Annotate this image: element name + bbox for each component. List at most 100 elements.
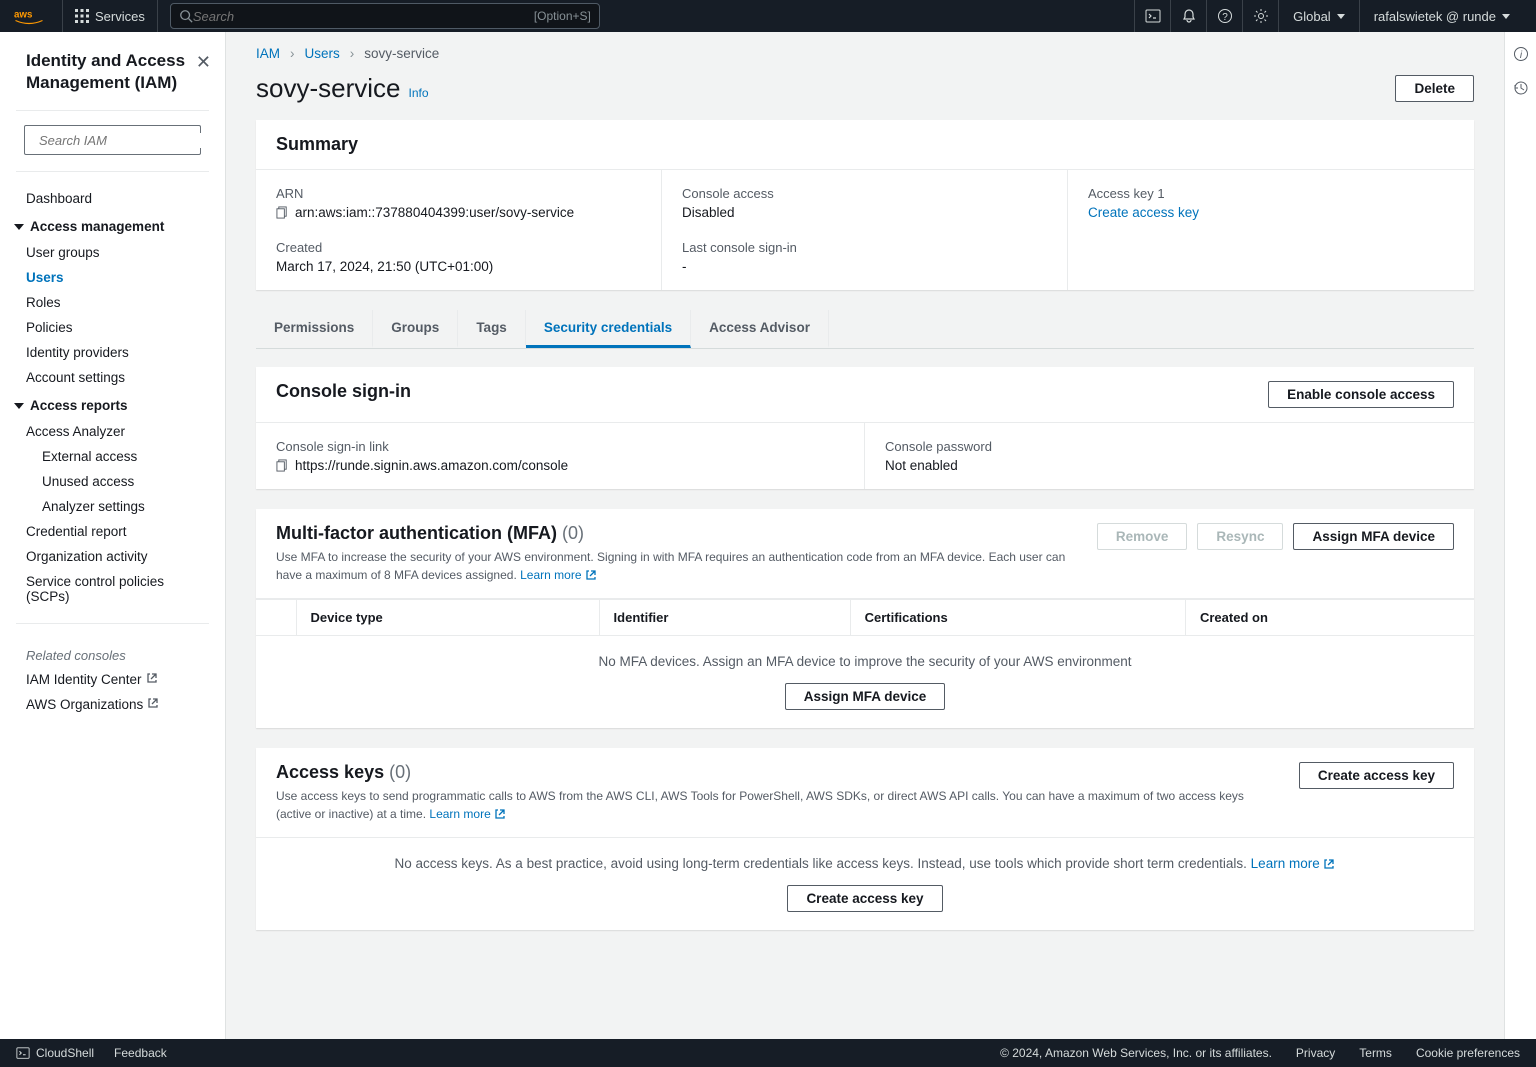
nav-user-groups[interactable]: User groups bbox=[10, 240, 215, 265]
external-link-icon bbox=[146, 672, 158, 684]
external-link-icon bbox=[1323, 858, 1335, 870]
nav-analyzer-settings[interactable]: Analyzer settings bbox=[10, 494, 215, 519]
close-sidebar-icon[interactable]: ✕ bbox=[196, 50, 211, 73]
top-navigation: aws Services [Option+S] ? Global rafalsw… bbox=[0, 0, 1536, 32]
nav-iam-identity-center[interactable]: IAM Identity Center bbox=[10, 667, 215, 692]
mfa-assign-button[interactable]: Assign MFA device bbox=[1293, 523, 1454, 550]
nav-scps[interactable]: Service control policies (SCPs) bbox=[10, 569, 215, 609]
nav-policies[interactable]: Policies bbox=[10, 315, 215, 340]
create-access-key-button[interactable]: Create access key bbox=[1299, 762, 1454, 789]
search-icon bbox=[179, 9, 193, 23]
nav-aws-organizations[interactable]: AWS Organizations bbox=[10, 692, 215, 717]
footer-cloudshell[interactable]: CloudShell bbox=[16, 1046, 94, 1060]
nav-users[interactable]: Users bbox=[10, 265, 215, 290]
mfa-table: Device type Identifier Certifications Cr… bbox=[256, 599, 1474, 636]
nav-identity-providers[interactable]: Identity providers bbox=[10, 340, 215, 365]
info-link[interactable]: Info bbox=[408, 86, 428, 100]
create-access-key-empty-button[interactable]: Create access key bbox=[787, 885, 942, 912]
tab-permissions[interactable]: Permissions bbox=[256, 310, 373, 348]
mfa-col-checkbox bbox=[256, 600, 296, 636]
triangle-down-icon bbox=[14, 403, 24, 409]
svg-text:?: ? bbox=[1222, 12, 1228, 23]
nav-access-analyzer[interactable]: Access Analyzer bbox=[10, 419, 215, 444]
cloudshell-icon bbox=[16, 1046, 30, 1060]
footer-privacy[interactable]: Privacy bbox=[1296, 1046, 1335, 1060]
delete-button[interactable]: Delete bbox=[1395, 75, 1474, 102]
info-panel-icon[interactable]: i bbox=[1513, 46, 1529, 62]
footer-feedback[interactable]: Feedback bbox=[114, 1046, 167, 1060]
create-access-key-link[interactable]: Create access key bbox=[1088, 205, 1199, 220]
aws-logo[interactable]: aws bbox=[12, 7, 46, 25]
access-keys-panel: Access keys (0) Use access keys to send … bbox=[256, 748, 1474, 930]
sidebar-search[interactable] bbox=[24, 125, 201, 155]
copy-icon[interactable] bbox=[276, 459, 289, 472]
breadcrumb-current: sovy-service bbox=[364, 46, 439, 61]
cloudshell-icon[interactable] bbox=[1134, 0, 1170, 32]
tab-security-credentials[interactable]: Security credentials bbox=[526, 310, 691, 348]
sidebar-search-input[interactable] bbox=[39, 133, 217, 148]
nav-account-settings[interactable]: Account settings bbox=[10, 365, 215, 390]
mfa-col-created[interactable]: Created on bbox=[1185, 600, 1474, 636]
nav-unused-access[interactable]: Unused access bbox=[10, 469, 215, 494]
grid-icon bbox=[75, 9, 89, 23]
nav-section-access-management[interactable]: Access management bbox=[10, 211, 215, 240]
nav-credential-report[interactable]: Credential report bbox=[10, 519, 215, 544]
sidebar: Identity and Access Management (IAM) ✕ D… bbox=[0, 32, 226, 1039]
breadcrumb: IAM › Users › sovy-service bbox=[226, 32, 1504, 67]
history-icon[interactable] bbox=[1513, 80, 1529, 96]
page-title: sovy-service Info bbox=[256, 73, 429, 104]
footer-copyright: © 2024, Amazon Web Services, Inc. or its… bbox=[1000, 1046, 1272, 1060]
arn-label: ARN bbox=[276, 186, 641, 201]
footer-cookie[interactable]: Cookie preferences bbox=[1416, 1046, 1520, 1060]
right-rail: i bbox=[1504, 32, 1536, 1039]
access-keys-description: Use access keys to send programmatic cal… bbox=[276, 787, 1279, 823]
access-keys-count: (0) bbox=[389, 762, 411, 782]
mfa-col-device-type[interactable]: Device type bbox=[296, 600, 599, 636]
copy-icon[interactable] bbox=[276, 206, 289, 219]
breadcrumb-iam[interactable]: IAM bbox=[256, 46, 280, 61]
settings-icon[interactable] bbox=[1242, 0, 1278, 32]
footer-terms[interactable]: Terms bbox=[1359, 1046, 1392, 1060]
mfa-col-identifier[interactable]: Identifier bbox=[599, 600, 850, 636]
notifications-icon[interactable] bbox=[1170, 0, 1206, 32]
access-keys-learn-more-link[interactable]: Learn more bbox=[429, 807, 506, 821]
mfa-resync-button: Resync bbox=[1197, 523, 1283, 550]
services-menu[interactable]: Services bbox=[62, 0, 158, 32]
tab-access-advisor[interactable]: Access Advisor bbox=[691, 310, 829, 348]
nav-external-access[interactable]: External access bbox=[10, 444, 215, 469]
mfa-remove-button: Remove bbox=[1097, 523, 1188, 550]
help-icon[interactable]: ? bbox=[1206, 0, 1242, 32]
triangle-down-icon bbox=[14, 224, 24, 230]
enable-console-access-button[interactable]: Enable console access bbox=[1268, 381, 1454, 408]
caret-down-icon bbox=[1337, 14, 1345, 19]
nav-dashboard[interactable]: Dashboard bbox=[10, 186, 215, 211]
mfa-col-certifications[interactable]: Certifications bbox=[850, 600, 1185, 636]
mfa-learn-more-link[interactable]: Learn more bbox=[520, 568, 597, 582]
tab-groups[interactable]: Groups bbox=[373, 310, 458, 348]
mfa-count: (0) bbox=[562, 523, 584, 543]
mfa-assign-empty-button[interactable]: Assign MFA device bbox=[785, 683, 946, 710]
last-signin-label: Last console sign-in bbox=[682, 240, 1047, 255]
console-signin-title: Console sign-in bbox=[276, 381, 411, 402]
mfa-empty-state: No MFA devices. Assign an MFA device to … bbox=[256, 636, 1474, 728]
services-label: Services bbox=[95, 9, 145, 24]
svg-text:aws: aws bbox=[14, 10, 33, 21]
search-shortcut-hint: [Option+S] bbox=[534, 9, 591, 23]
access-key-label: Access key 1 bbox=[1088, 186, 1454, 201]
chevron-right-icon: › bbox=[290, 46, 295, 61]
breadcrumb-users[interactable]: Users bbox=[305, 46, 340, 61]
created-value: March 17, 2024, 21:50 (UTC+01:00) bbox=[276, 259, 641, 274]
signin-link-value: https://runde.signin.aws.amazon.com/cons… bbox=[295, 458, 568, 473]
global-search-input[interactable] bbox=[193, 9, 534, 24]
global-search[interactable]: [Option+S] bbox=[170, 3, 600, 29]
access-keys-empty-learn-link[interactable]: Learn more bbox=[1251, 856, 1336, 871]
tab-tags[interactable]: Tags bbox=[458, 310, 526, 348]
account-menu[interactable]: rafalswietek @ runde bbox=[1359, 0, 1524, 32]
nav-section-access-reports[interactable]: Access reports bbox=[10, 390, 215, 419]
related-consoles-label: Related consoles bbox=[10, 638, 215, 667]
tabs: Permissions Groups Tags Security credent… bbox=[256, 310, 1474, 349]
region-selector[interactable]: Global bbox=[1278, 0, 1359, 32]
nav-roles[interactable]: Roles bbox=[10, 290, 215, 315]
created-label: Created bbox=[276, 240, 641, 255]
nav-organization-activity[interactable]: Organization activity bbox=[10, 544, 215, 569]
